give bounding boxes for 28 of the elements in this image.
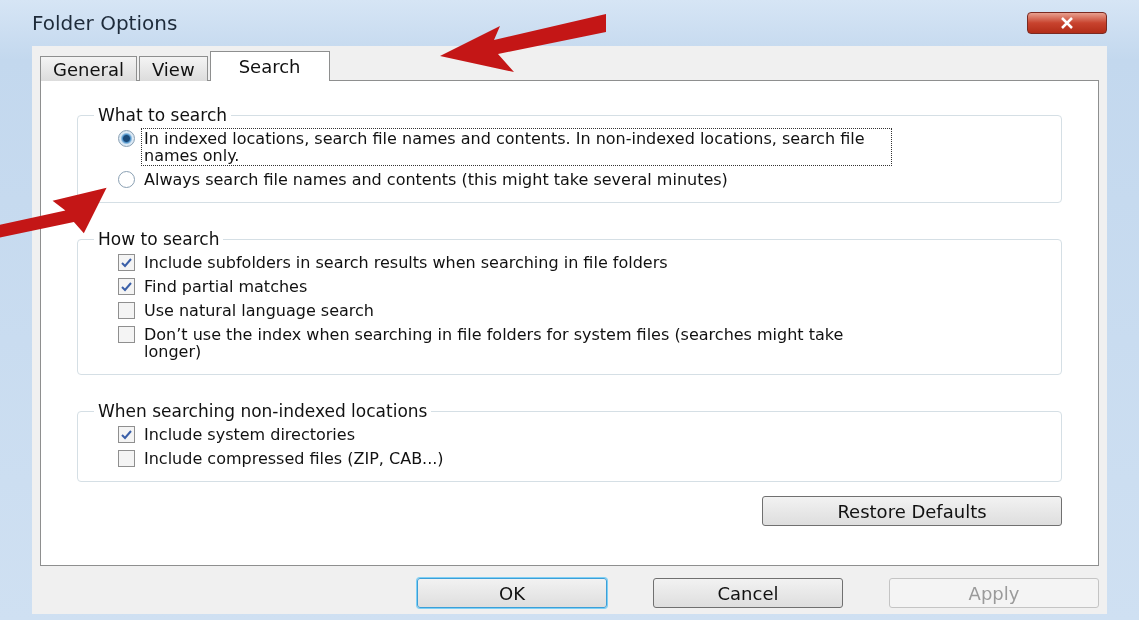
group-title: What to search: [97, 105, 228, 125]
window-title: Folder Options: [32, 11, 178, 35]
option-label: Include system directories: [143, 424, 356, 445]
option-label: In indexed locations, search file names and contents. In non-indexed locations, search file names only.: [141, 128, 892, 166]
close-button[interactable]: [1027, 12, 1107, 34]
checkbox[interactable]: [118, 278, 135, 295]
tab[interactable]: General: [40, 56, 137, 81]
option-label: Don’t use the index when searching in file folders for system files (searches might take longer): [143, 324, 845, 362]
radio-button[interactable]: [118, 171, 135, 188]
restore-defaults-button[interactable]: Restore Defaults: [762, 496, 1062, 526]
option-label: Use natural language search: [143, 300, 375, 321]
option-label: Find partial matches: [143, 276, 309, 297]
checkbox[interactable]: [118, 450, 135, 467]
tab[interactable]: View: [138, 56, 208, 81]
close-icon: [1060, 17, 1074, 29]
option-label: Include subfolders in search results when searching in file folders: [143, 252, 669, 273]
dialog-button[interactable]: Cancel: [653, 578, 843, 608]
dialog-button[interactable]: OK: [417, 578, 607, 608]
radio-button[interactable]: [118, 130, 135, 147]
option-label: Include compressed files (ZIP, CAB...): [143, 448, 445, 469]
checkbox[interactable]: [118, 326, 135, 343]
group-title: When searching non-indexed locations: [97, 401, 429, 421]
checkbox[interactable]: [118, 302, 135, 319]
option-label: Always search file names and contents (this might take several minutes): [143, 169, 729, 190]
checkbox[interactable]: [118, 254, 135, 271]
group-title: How to search: [97, 229, 221, 249]
checkbox[interactable]: [118, 426, 135, 443]
tab[interactable]: Search: [209, 51, 330, 81]
